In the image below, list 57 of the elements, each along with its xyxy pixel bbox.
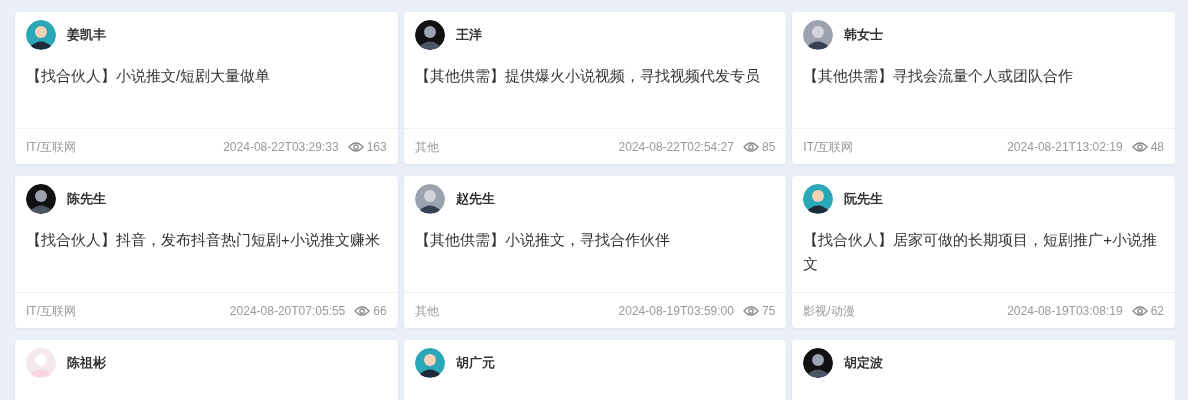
view-count: 75 [761,302,776,320]
avatar [414,348,445,378]
avatar [26,348,56,378]
post-title: 【找合伙人】小说推文/短剧大量做单 [25,66,272,86]
author-name: 赵先生 [455,190,495,209]
eye-icon [1131,140,1148,153]
author-name: 韩女士 [844,26,884,45]
view-count: 66 [373,302,387,320]
eye-icon [742,304,759,317]
post-card[interactable]: 姜凯丰 【找合伙人】小说推文/短剧大量做单 IT/互联网 2024-08-22T03:29:33 163 [15,12,398,164]
post-card[interactable]: 胡定波 [792,340,1175,400]
post-time: 2024-08-22T03:29:33 [223,138,339,156]
view-count: 85 [761,138,776,156]
post-card[interactable]: 阮先生 【找合伙人】居家可做的长期项目，短剧推广+小说推文 影视/动漫 2024-08-19T03:08:19 62 [792,176,1175,328]
post-title: 【其他供需】小说推文，寻找合作伙伴 [413,230,671,250]
avatar [414,184,445,214]
post-time: 2024-08-19T03:08:19 [1007,302,1123,320]
avatar [803,348,834,378]
author-name: 陈祖彬 [67,354,106,373]
eye-icon [347,140,364,153]
view-count: 62 [1150,302,1164,320]
author-name: 胡广元 [455,354,495,373]
category-label: 其他 [414,138,439,156]
post-time: 2024-08-20T07:05:55 [229,302,346,320]
category-label: 其他 [414,302,439,320]
post-time: 2024-08-19T03:59:00 [618,302,734,320]
post-card[interactable]: 韩女士 【其他供需】寻找会流量个人或团队合作 IT/互联网 2024-08-21T13:02:19 48 [792,12,1175,164]
post-card[interactable]: 陈祖彬 [15,340,398,400]
post-title: 【其他供需】寻找会流量个人或团队合作 [802,66,1075,86]
eye-icon [1131,304,1148,317]
post-card[interactable]: 陈先生 【找合伙人】抖音，发布抖音热门短剧+小说推文赚米 IT/互联网 2024-08-20T07:05:55 66 [15,176,398,328]
post-time: 2024-08-22T02:54:27 [618,138,734,156]
category-label: 影视/动漫 [803,302,855,320]
post-title: 【找合伙人】居家可做的长期项目，短剧推广+小说推文 [802,230,1159,274]
post-card[interactable]: 赵先生 【其他供需】小说推文，寻找合作伙伴 其他 2024-08-19T03:59:00 75 [403,176,787,328]
category-label: IT/互联网 [803,138,854,156]
category-label: IT/互联网 [26,302,76,320]
eye-icon [354,304,371,317]
post-title: 【找合伙人】抖音，发布抖音热门短剧+小说推文赚米 [25,230,381,250]
eye-icon [742,140,759,153]
author-name: 胡定波 [844,354,884,373]
avatar [803,20,834,50]
view-count: 163 [366,138,387,156]
avatar [803,184,834,214]
avatar [26,20,56,50]
author-name: 王洋 [455,26,482,45]
category-label: IT/互联网 [26,138,76,156]
post-title: 【其他供需】提供爆火小说视频，寻找视频代发专员 [413,66,761,86]
avatar [26,184,56,214]
post-card[interactable]: 王洋 【其他供需】提供爆火小说视频，寻找视频代发专员 其他 2024-08-22T02:54:27 85 [403,12,787,164]
view-count: 48 [1150,138,1164,156]
author-name: 陈先生 [67,190,106,209]
post-time: 2024-08-21T13:02:19 [1007,138,1123,156]
author-name: 阮先生 [844,190,884,209]
author-name: 姜凯丰 [67,26,106,45]
post-card[interactable]: 胡广元 [403,340,787,400]
avatar [414,20,445,50]
